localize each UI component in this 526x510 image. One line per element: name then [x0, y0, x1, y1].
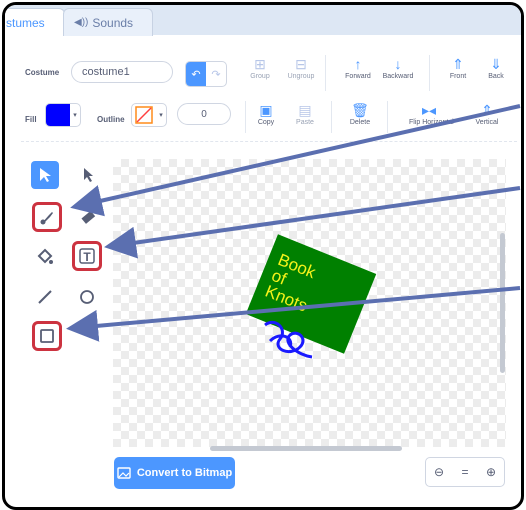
- fill-color-picker[interactable]: ▾: [45, 103, 81, 127]
- arrow-up-icon: ↑: [354, 56, 362, 72]
- fill-tool[interactable]: [31, 243, 59, 271]
- flip-vertical-icon: ⇕: [481, 102, 493, 118]
- arrow-down-icon: ↓: [394, 56, 402, 72]
- forward-button[interactable]: ↑ Forward: [339, 55, 377, 80]
- to-front-icon: ⇑: [452, 56, 464, 72]
- delete-label: Delete: [349, 119, 371, 126]
- paint-bucket-icon: [37, 248, 53, 264]
- circle-tool[interactable]: [73, 283, 101, 311]
- fill-color-swatch: [46, 104, 70, 126]
- brush-tool[interactable]: [32, 202, 62, 232]
- zoom-out-button[interactable]: ⊖: [426, 458, 452, 486]
- no-color-icon: [132, 104, 156, 126]
- knot-drawing[interactable]: [260, 317, 320, 365]
- speaker-icon: ◀)): [74, 17, 89, 28]
- toolbar-divider: [21, 141, 517, 142]
- forward-label: Forward: [345, 73, 371, 80]
- copy-label: Copy: [257, 119, 275, 126]
- brush-icon: [40, 212, 53, 225]
- delete-button[interactable]: 🗑 Delete: [341, 101, 379, 126]
- dropdown-icon: ▾: [159, 112, 163, 119]
- tab-costumes-label: stumes: [6, 15, 45, 30]
- rectangle-icon: [40, 329, 54, 343]
- flip-vertical-label: Vertical: [475, 119, 499, 126]
- eraser-icon: [81, 210, 96, 224]
- divider: [429, 55, 430, 91]
- redo-button[interactable]: ↷: [206, 62, 226, 86]
- paste-label: Paste: [296, 119, 314, 126]
- image-icon: [117, 467, 131, 479]
- tab-sounds-label: Sounds: [92, 15, 134, 30]
- divider: [387, 101, 388, 133]
- ungroup-icon: ⊟: [295, 56, 307, 72]
- group-icon: ⊞: [254, 56, 266, 72]
- text-icon: T: [79, 248, 95, 264]
- divider: [331, 101, 332, 133]
- cursor-arrow-icon: [40, 168, 51, 182]
- select-tool[interactable]: [31, 161, 59, 189]
- flip-horizontal-button[interactable]: ▸◂ Flip Horizontal: [409, 101, 454, 126]
- flip-horizontal-label: Flip Horizontal: [409, 119, 454, 126]
- rectangle-tool[interactable]: [32, 321, 62, 351]
- zoom-controls: ⊖ = ⊕: [425, 457, 505, 487]
- backward-button[interactable]: ↓ Backward: [379, 55, 417, 80]
- back-button[interactable]: ⇓ Back: [477, 55, 515, 80]
- tab-costumes[interactable]: stumes: [5, 8, 65, 36]
- fill-label: Fill: [25, 115, 37, 124]
- redo-icon: ↷: [211, 68, 221, 81]
- zoom-reset-button[interactable]: =: [452, 458, 478, 486]
- svg-text:T: T: [83, 250, 91, 264]
- group-button[interactable]: ⊞ Group: [241, 55, 279, 80]
- front-button[interactable]: ⇑ Front: [439, 55, 477, 80]
- divider: [245, 101, 246, 133]
- text-tool[interactable]: T: [72, 241, 102, 271]
- back-label: Back: [488, 73, 504, 80]
- zoom-in-button[interactable]: ⊕: [478, 458, 504, 486]
- flip-vertical-button[interactable]: ⇕ Vertical: [467, 101, 507, 126]
- costume-label: Costume: [25, 68, 60, 77]
- backward-label: Backward: [382, 73, 414, 80]
- outline-width-input[interactable]: 0: [177, 103, 231, 125]
- reshape-icon: [84, 168, 93, 182]
- paste-icon: ▤: [298, 102, 312, 118]
- undo-icon: ↶: [191, 68, 201, 81]
- zoom-reset-icon: =: [461, 465, 469, 479]
- ungroup-button[interactable]: ⊟ Ungroup: [282, 55, 320, 80]
- trash-icon: 🗑: [351, 102, 369, 118]
- outline-color-picker[interactable]: ▾: [131, 103, 167, 127]
- paste-button[interactable]: ▤ Paste: [286, 101, 324, 126]
- convert-label: Convert to Bitmap: [136, 467, 233, 479]
- vertical-scrollbar[interactable]: [500, 233, 505, 373]
- tab-bar: stumes ◀)) Sounds: [5, 5, 521, 36]
- line-icon: [38, 290, 52, 304]
- zoom-out-icon: ⊖: [433, 465, 445, 479]
- divider: [325, 55, 326, 91]
- copy-button[interactable]: ▣ Copy: [247, 101, 285, 126]
- circle-icon: [80, 290, 94, 304]
- costume-name-input[interactable]: costume1: [71, 61, 173, 83]
- tab-sounds[interactable]: ◀)) Sounds: [63, 8, 153, 36]
- outline-label: Outline: [97, 115, 125, 124]
- to-back-icon: ⇓: [490, 56, 502, 72]
- editor-frame: stumes ◀)) Sounds Costume costume1 ↶ ↷ ⊞ G…: [2, 2, 524, 510]
- convert-to-bitmap-button[interactable]: Convert to Bitmap: [114, 457, 235, 489]
- eraser-tool[interactable]: [73, 203, 101, 231]
- undo-redo-group: ↶ ↷: [185, 61, 227, 87]
- group-label: Group: [250, 73, 270, 80]
- flip-horizontal-icon: ▸◂: [421, 102, 437, 118]
- reshape-tool[interactable]: [73, 161, 101, 189]
- undo-button[interactable]: ↶: [186, 62, 206, 86]
- ungroup-label: Ungroup: [287, 73, 315, 80]
- horizontal-scrollbar[interactable]: [210, 446, 402, 451]
- copy-icon: ▣: [259, 102, 273, 118]
- front-label: Front: [449, 73, 467, 80]
- line-tool[interactable]: [31, 283, 59, 311]
- dropdown-icon: ▾: [73, 112, 77, 119]
- zoom-in-icon: ⊕: [485, 465, 497, 479]
